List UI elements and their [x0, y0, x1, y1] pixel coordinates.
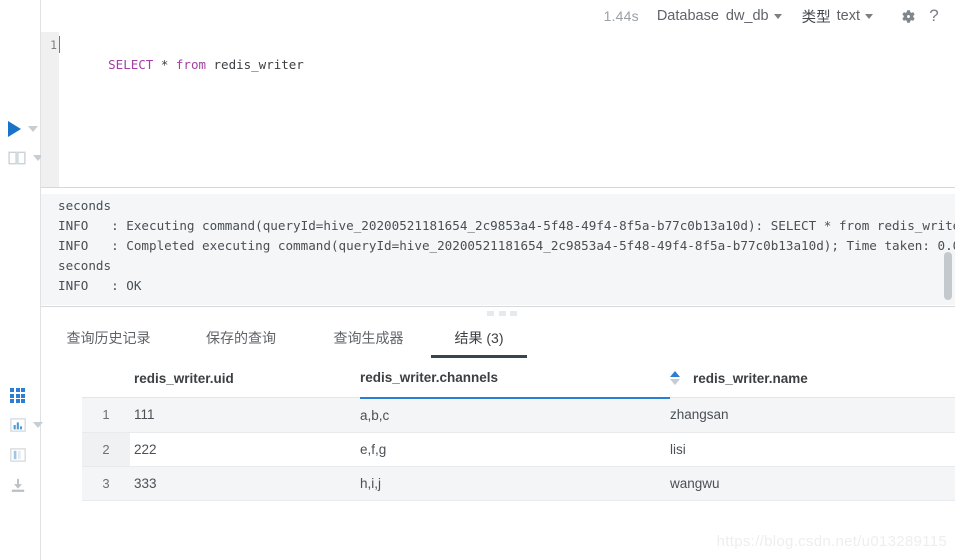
database-selector-group: Database dw_db [657, 8, 782, 24]
chevron-down-icon[interactable] [865, 13, 873, 19]
table-row[interactable]: 3 333 h,i,j wangwu [82, 466, 955, 501]
column-header-channels-inner: redis_writer.channels [360, 370, 670, 385]
query-elapsed-time: 1.44s [603, 8, 639, 24]
tab-results[interactable]: 结果 (3) [431, 328, 527, 358]
cell-uid: 111 [130, 397, 360, 433]
table-row[interactable]: 1 111 a,b,c zhangsan [82, 397, 955, 433]
question-mark-icon[interactable]: ? [923, 5, 945, 27]
left-rail [0, 0, 43, 560]
open-book-icon[interactable] [8, 151, 26, 165]
download-icon[interactable] [10, 478, 26, 493]
cell-name: zhangsan [670, 397, 955, 433]
results-table: redis_writer.uid redis_writer.channels r… [82, 360, 955, 501]
save-query-button[interactable] [8, 151, 43, 165]
query-log-text: seconds INFO : Executing command(queryId… [58, 197, 955, 293]
column-header-name[interactable]: redis_writer.name [670, 360, 955, 398]
columns-icon[interactable] [10, 448, 26, 462]
cell-uid: 222 [130, 432, 360, 467]
type-value[interactable]: text [837, 8, 860, 24]
chevron-down-icon[interactable] [33, 422, 43, 428]
column-header-name-inner: redis_writer.name [670, 370, 955, 386]
sql-keyword-from: from [175, 57, 206, 72]
log-tabs-divider[interactable] [41, 306, 955, 307]
results-table-container: redis_writer.uid redis_writer.channels r… [82, 360, 955, 501]
grid-view-icon[interactable] [10, 388, 25, 403]
cell-channels: a,b,c [360, 397, 670, 433]
row-number: 2 [82, 432, 130, 467]
top-toolbar: 1.44s Database dw_db 类型 text ? [0, 0, 955, 32]
download-results-button[interactable] [10, 478, 26, 493]
column-header-uid-inner: redis_writer.uid [134, 371, 360, 386]
sql-code-line[interactable]: SELECT * from redis_writer [59, 35, 304, 72]
log-scrollbar-thumb[interactable] [944, 252, 952, 300]
chevron-down-icon[interactable] [28, 126, 38, 132]
chart-view-button[interactable] [10, 418, 43, 432]
chevron-down-icon[interactable] [773, 13, 782, 19]
tab-saved-queries[interactable]: 保存的查询 [176, 328, 306, 358]
bar-chart-icon[interactable] [10, 418, 26, 432]
column-header-uid-label: redis_writer.uid [134, 370, 234, 386]
column-header-name-label: redis_writer.name [693, 370, 808, 386]
cell-name: wangwu [670, 466, 955, 501]
sql-star: * [153, 57, 176, 72]
columns-view-button[interactable] [10, 448, 26, 462]
gear-icon[interactable] [897, 5, 919, 27]
row-number: 1 [82, 397, 130, 433]
sql-editor[interactable]: 1 SELECT * from redis_writer [41, 32, 955, 187]
sort-descending-icon[interactable] [670, 379, 680, 385]
table-row[interactable]: 2 222 e,f,g lisi [82, 432, 955, 467]
cell-uid: 333 [130, 466, 360, 501]
row-number: 3 [82, 466, 130, 501]
table-header-row: redis_writer.uid redis_writer.channels r… [82, 360, 955, 399]
cell-name: lisi [670, 432, 955, 467]
watermark: https://blog.csdn.net/u013289115 [716, 533, 947, 550]
hive-query-editor-app: 1.44s Database dw_db 类型 text ? 1 SELECT … [0, 0, 955, 560]
column-header-channels-label: redis_writer.channels [360, 370, 499, 386]
query-log-panel[interactable]: seconds INFO : Executing command(queryId… [41, 194, 955, 305]
results-table-body: 1 111 a,b,c zhangsan 2 222 e,f,g lisi 3 … [82, 397, 955, 501]
database-label: Database [656, 8, 719, 24]
type-label: 类型 [801, 9, 831, 26]
results-tabbar: 查询历史记录 保存的查询 查询生成器 结果 (3) [41, 320, 955, 358]
log-tabs-drag-handle[interactable] [487, 311, 517, 316]
tab-query-history[interactable]: 查询历史记录 [41, 328, 176, 358]
type-selector-group: 类型 text [802, 6, 873, 27]
results-table-head: redis_writer.uid redis_writer.channels r… [82, 360, 955, 399]
column-header-channels[interactable]: redis_writer.channels [360, 360, 670, 399]
run-query-button[interactable] [8, 121, 38, 137]
cell-channels: h,i,j [360, 466, 670, 501]
editor-gutter: 1 [41, 32, 59, 187]
line-number: 1 [50, 38, 57, 52]
editor-log-divider[interactable] [41, 187, 955, 188]
play-icon[interactable] [8, 121, 21, 137]
database-value[interactable]: dw_db [726, 8, 769, 24]
grid-view-button[interactable] [10, 388, 25, 403]
tab-query-builder[interactable]: 查询生成器 [306, 328, 431, 358]
cell-channels: e,f,g [360, 432, 670, 467]
header-rownum [82, 360, 130, 398]
sort-ascending-icon[interactable] [670, 371, 680, 377]
help-glyph: ? [929, 6, 939, 25]
sql-table-name: redis_writer [206, 57, 304, 72]
sort-arrows-icon[interactable] [670, 370, 681, 386]
column-header-uid[interactable]: redis_writer.uid [130, 360, 360, 398]
sql-keyword-select: SELECT [108, 57, 154, 72]
